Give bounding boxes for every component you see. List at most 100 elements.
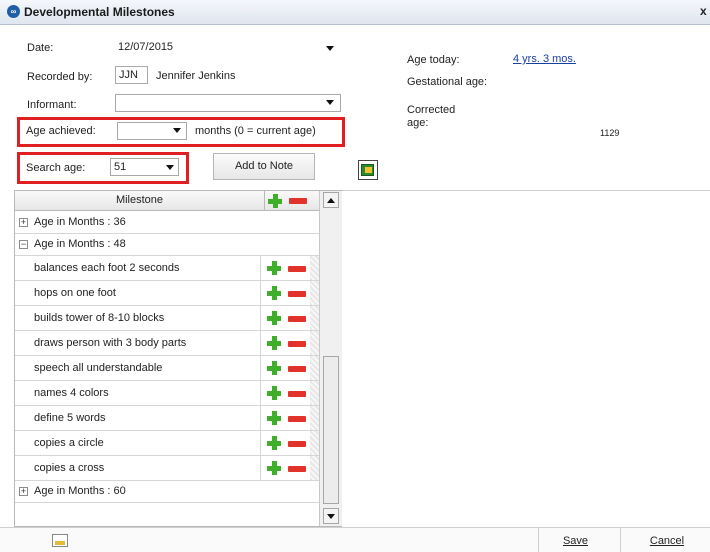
remove-milestone-button[interactable] [286, 385, 308, 402]
milestone-row[interactable]: define 5 words [15, 406, 319, 431]
vertical-scrollbar[interactable] [319, 191, 342, 526]
add-milestone-button[interactable] [265, 310, 283, 327]
corrected-age-label: Corrected [407, 104, 456, 116]
add-milestone-button[interactable] [265, 360, 283, 377]
cancel-button[interactable]: Cancel [637, 532, 697, 550]
corrected-age-value: 1129 [600, 128, 620, 138]
scroll-up-button[interactable] [323, 192, 339, 208]
close-button[interactable]: x [700, 4, 707, 18]
row-selector-cell [310, 281, 319, 305]
informant-dropdown-icon[interactable] [326, 100, 334, 105]
group-row-48[interactable]: − Age in Months : 48 [15, 234, 319, 256]
recorded-by-name: Jennifer Jenkins [156, 70, 236, 82]
row-selector-cell [310, 306, 319, 330]
age-achieved-hint: months (0 = current age) [195, 125, 316, 137]
add-milestone-button[interactable] [265, 260, 283, 277]
date-field[interactable]: 12/07/2015 [115, 39, 341, 57]
group-label: Age in Months : 36 [34, 216, 126, 228]
group-row-60[interactable]: + Age in Months : 60 [15, 481, 319, 503]
milestone-label: draws person with 3 body parts [15, 331, 261, 355]
age-achieved-dropdown-icon[interactable] [173, 128, 181, 133]
milestone-row[interactable]: speech all understandable [15, 356, 319, 381]
collapse-icon[interactable]: − [19, 240, 28, 249]
milestone-row[interactable]: hops on one foot [15, 281, 319, 306]
arrow-up-icon [327, 198, 335, 203]
row-selector-cell [310, 406, 319, 430]
minus-icon [288, 291, 306, 297]
milestone-row[interactable]: names 4 colors [15, 381, 319, 406]
row-selector-cell [310, 381, 319, 405]
milestone-row[interactable]: balances each foot 2 seconds [15, 256, 319, 281]
add-milestone-button[interactable] [265, 460, 283, 477]
recorded-by-initials-field[interactable]: JJN [115, 66, 148, 84]
group-label: Age in Months : 48 [34, 238, 126, 250]
print-button[interactable] [52, 534, 68, 547]
scroll-down-button[interactable] [323, 508, 339, 524]
plus-icon [266, 285, 282, 301]
remove-milestone-button[interactable] [286, 285, 308, 302]
milestone-label: copies a cross [15, 456, 261, 480]
plus-icon [266, 335, 282, 351]
remove-milestone-button[interactable] [286, 435, 308, 452]
row-selector-cell [310, 356, 319, 380]
remove-milestone-button[interactable] [286, 335, 308, 352]
search-age-value: 51 [114, 161, 127, 173]
remove-milestone-button[interactable] [286, 310, 308, 327]
recorded-by-label: Recorded by: [27, 71, 93, 83]
milestone-row[interactable]: builds tower of 8-10 blocks [15, 306, 319, 331]
plus-icon [266, 460, 282, 476]
milestone-label: define 5 words [15, 406, 261, 430]
date-label: Date: [27, 42, 54, 54]
add-all-button[interactable] [266, 193, 284, 209]
milestone-row[interactable]: draws person with 3 body parts [15, 331, 319, 356]
milestone-label: hops on one foot [15, 281, 261, 305]
milestone-row[interactable]: copies a circle [15, 431, 319, 456]
footer-divider [538, 528, 539, 552]
search-age-dropdown-icon[interactable] [166, 165, 174, 170]
save-button[interactable]: Save [548, 532, 603, 550]
plus-icon [266, 310, 282, 326]
scroll-thumb[interactable] [323, 356, 339, 504]
informant-label: Informant: [27, 99, 77, 111]
add-milestone-button[interactable] [265, 285, 283, 302]
footer-divider [620, 528, 621, 552]
arrow-down-icon [327, 514, 335, 519]
add-milestone-button[interactable] [265, 335, 283, 352]
add-milestone-button[interactable] [265, 410, 283, 427]
milestone-label: names 4 colors [15, 381, 261, 405]
grid-header: Milestone [15, 191, 319, 211]
minus-icon [288, 466, 306, 472]
row-selector-cell [310, 331, 319, 355]
expand-icon[interactable]: + [19, 218, 28, 227]
book-button[interactable] [358, 160, 378, 180]
row-selector-cell [310, 456, 319, 480]
minus-icon [288, 266, 306, 272]
age-today-link[interactable]: 4 yrs. 3 mos. [513, 53, 576, 65]
group-row-36[interactable]: + Age in Months : 36 [15, 212, 319, 234]
milestone-row[interactable]: copies a cross [15, 456, 319, 481]
minus-icon [288, 441, 306, 447]
corrected-age-label-line2: age: [407, 117, 429, 129]
remove-all-button[interactable] [287, 193, 309, 209]
milestone-column-header[interactable]: Milestone [15, 191, 265, 210]
informant-select[interactable] [115, 94, 341, 112]
remove-milestone-button[interactable] [286, 260, 308, 277]
recorded-by-initials: JJN [119, 69, 138, 81]
add-milestone-button[interactable] [265, 385, 283, 402]
remove-milestone-button[interactable] [286, 460, 308, 477]
search-age-label: Search age: [26, 162, 86, 174]
plus-icon [266, 360, 282, 376]
plus-icon [266, 260, 282, 276]
plus-icon [267, 193, 283, 209]
date-dropdown-icon[interactable] [326, 46, 334, 51]
row-selector-cell [310, 431, 319, 455]
remove-milestone-button[interactable] [286, 410, 308, 427]
book-icon [361, 164, 374, 176]
gestational-age-label: Gestational age: [407, 76, 488, 88]
add-milestone-button[interactable] [265, 435, 283, 452]
minus-icon [288, 316, 306, 322]
add-to-note-button[interactable]: Add to Note [213, 153, 315, 180]
remove-milestone-button[interactable] [286, 360, 308, 377]
expand-icon[interactable]: + [19, 487, 28, 496]
footer-bar: Save Cancel [0, 527, 710, 552]
